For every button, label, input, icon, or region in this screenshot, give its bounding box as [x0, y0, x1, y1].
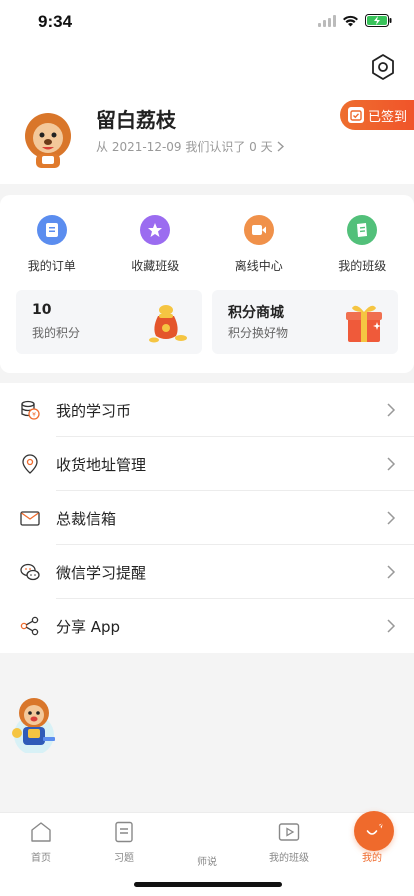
tab-my-class[interactable]: 我的班级: [249, 821, 329, 864]
tab-label: 首页: [31, 853, 51, 864]
quick-link-my-class[interactable]: 我的班级: [311, 215, 414, 274]
checkin-button[interactable]: 已签到: [340, 100, 414, 130]
settings-menu: ¥ 我的学习币 收货地址管理 总裁信箱 微信学习提醒 分享 App: [0, 383, 414, 653]
user-since-text: 从 2021-12-09 我们认识了 0 天: [96, 140, 273, 154]
points-mall-title: 积分商城: [228, 305, 284, 321]
points-mall-tile[interactable]: 积分商城 积分换好物: [212, 290, 398, 354]
menu-item-label: 分享 App: [56, 618, 121, 636]
avatar[interactable]: [22, 110, 74, 170]
chevron-right-icon: [387, 511, 396, 525]
quick-link-favorites[interactable]: 收藏班级: [104, 215, 208, 274]
floating-mascot[interactable]: [9, 693, 59, 753]
user-since[interactable]: 从 2021-12-09 我们认识了 0 天: [96, 138, 284, 155]
chevron-right-icon: [387, 619, 396, 633]
svg-text:¥: ¥: [32, 412, 36, 419]
quick-links-card: 我的订单 收藏班级 离线中心 我的班级 10 我的积分 积分商城 积分换好物: [0, 195, 414, 373]
status-bar: 9:34: [0, 0, 414, 44]
tab-label: 习题: [114, 853, 134, 864]
wechat-icon: [20, 563, 40, 581]
tab-label: 我的: [362, 853, 382, 864]
smile-icon: [362, 822, 382, 842]
settings-icon[interactable]: [370, 54, 396, 80]
status-icons: [318, 14, 392, 27]
tab-teacher-talk[interactable]: 师说: [167, 811, 394, 868]
battery-charging-icon: [365, 14, 392, 27]
home-indicator: [134, 882, 282, 887]
tab-me[interactable]: 我的: [332, 821, 412, 864]
play-icon: [278, 823, 300, 841]
menu-item-label: 微信学习提醒: [56, 564, 147, 582]
points-label: 我的积分: [32, 326, 81, 340]
tab-exercises[interactable]: 习题: [84, 821, 164, 864]
money-bag-icon: [149, 305, 187, 343]
video-icon: [243, 215, 274, 245]
menu-item-share-app[interactable]: 分享 App: [0, 599, 414, 653]
menu-item-label: 收货地址管理: [56, 456, 147, 474]
points-value: 10: [32, 302, 52, 318]
signal-icon: [318, 14, 336, 27]
quick-link-label: 我的订单: [27, 259, 76, 273]
menu-item-ceo-mailbox[interactable]: 总裁信箱: [0, 491, 414, 545]
quick-link-orders[interactable]: 我的订单: [0, 215, 104, 274]
tab-home[interactable]: 首页: [1, 821, 81, 864]
menu-item-wechat-reminder[interactable]: 微信学习提醒: [0, 545, 414, 599]
quick-link-label: 收藏班级: [131, 259, 180, 273]
status-time: 9:34: [38, 12, 73, 31]
exercise-icon: [115, 821, 133, 843]
chevron-right-icon: [277, 141, 284, 152]
quick-link-label: 我的班级: [338, 259, 387, 273]
chevron-right-icon: [387, 565, 396, 579]
chevron-right-icon: [387, 457, 396, 471]
share-icon: [20, 616, 39, 636]
menu-item-label: 总裁信箱: [56, 510, 117, 528]
order-icon: [36, 215, 67, 245]
menu-item-label: 我的学习币: [56, 402, 132, 420]
tab-label: 我的班级: [269, 853, 309, 864]
quick-links-row: 我的订单 收藏班级 离线中心 我的班级: [0, 215, 414, 274]
menu-item-learning-coins[interactable]: ¥ 我的学习币: [0, 383, 414, 437]
tab-label: 师说: [197, 857, 217, 868]
checkin-label: 已签到: [368, 109, 408, 125]
coin-icon: ¥: [21, 400, 40, 420]
quick-link-offline[interactable]: 离线中心: [207, 215, 311, 274]
profile-header: 留白荔枝 从 2021-12-09 我们认识了 0 天 已签到: [0, 44, 414, 184]
quick-link-label: 离线中心: [234, 259, 283, 273]
user-name: 留白荔枝: [96, 108, 176, 132]
points-tile[interactable]: 10 我的积分: [16, 290, 202, 354]
star-icon: [140, 215, 171, 245]
gift-box-icon: [346, 305, 382, 342]
location-pin-icon: [22, 454, 38, 474]
wifi-icon: [343, 15, 358, 26]
points-mall-subtitle: 积分换好物: [228, 326, 289, 340]
chevron-right-icon: [387, 403, 396, 417]
book-icon: [347, 215, 378, 245]
calendar-check-icon: [348, 107, 364, 123]
mail-icon: [20, 511, 40, 526]
menu-item-address[interactable]: 收货地址管理: [0, 437, 414, 491]
home-icon: [31, 822, 51, 842]
